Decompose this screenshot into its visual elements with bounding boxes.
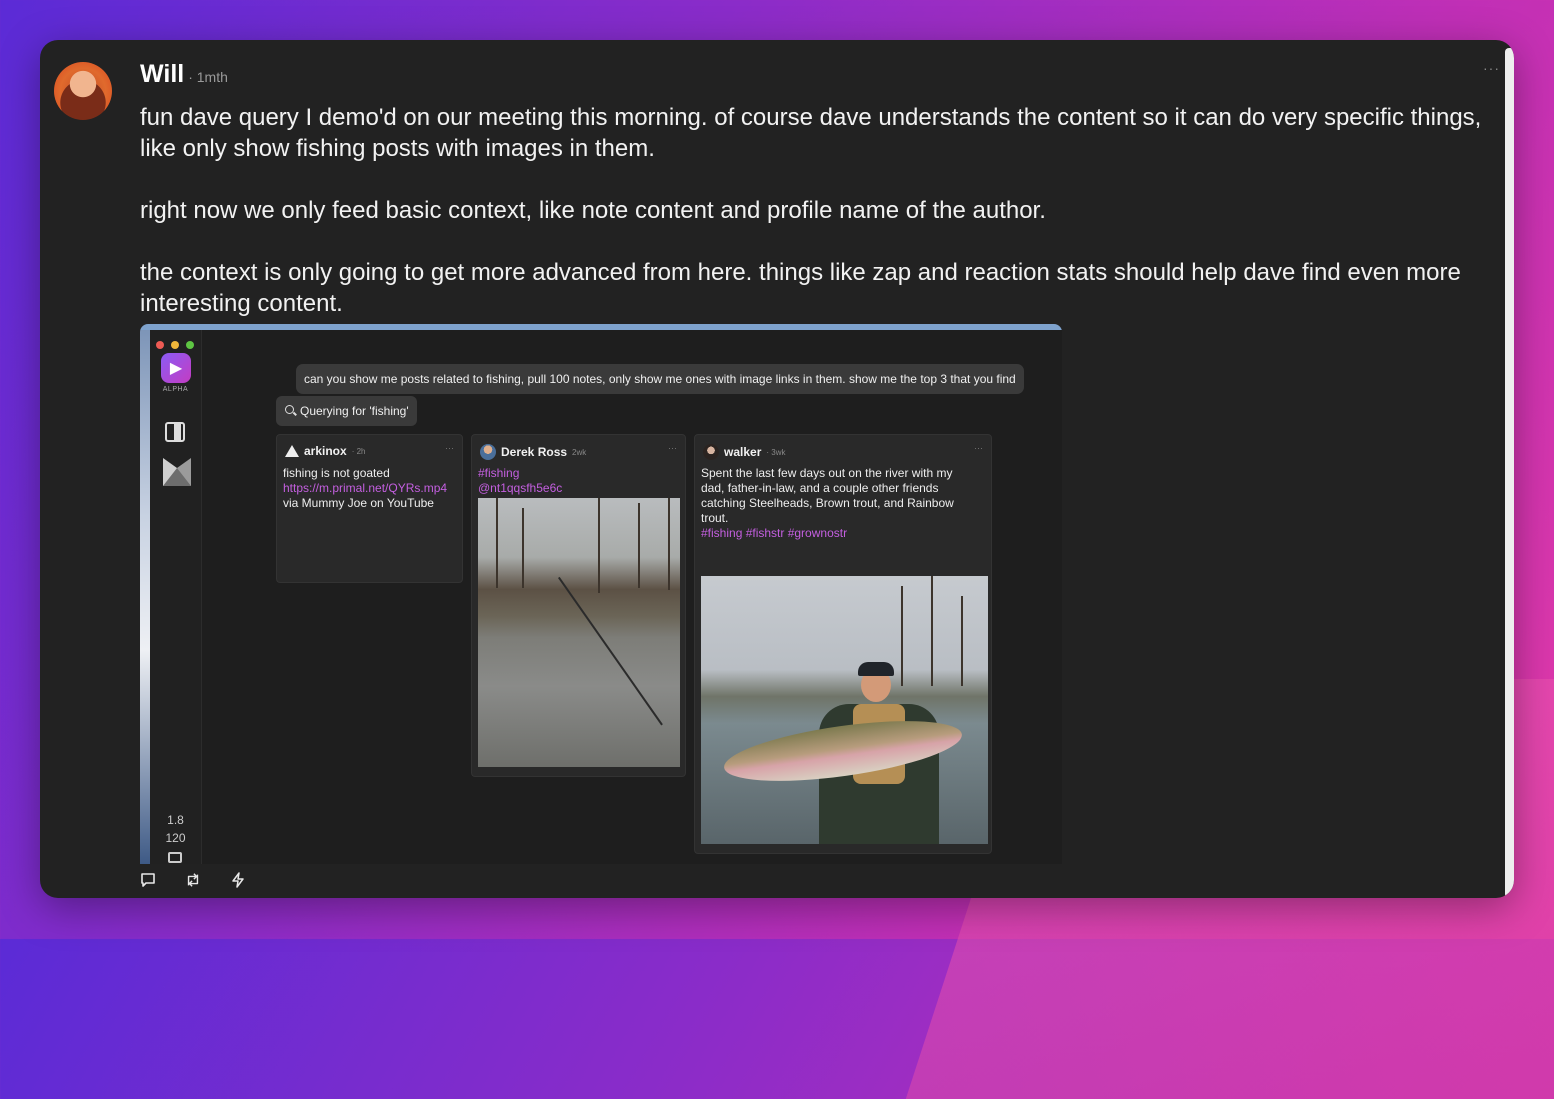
search-icon	[285, 405, 294, 414]
reply-icon[interactable]	[140, 872, 156, 888]
post-body: Spent the last few days out on the river…	[701, 466, 979, 541]
zap-icon[interactable]	[230, 872, 246, 888]
post-image-fish	[701, 576, 988, 844]
more-horizontal-icon[interactable]: ···	[1483, 60, 1500, 76]
fishing-rod	[558, 576, 663, 726]
post-hashtag: #fishing	[478, 466, 520, 480]
post-author-name: Derek Ross	[501, 445, 568, 459]
result-post-derek-ross: Derek Ross 2wk ··· #fishing @nt1qqsfh5e6…	[471, 434, 686, 777]
scrollbar[interactable]	[1505, 48, 1514, 898]
author-avatar[interactable]	[54, 62, 112, 120]
post-link: https://m.primal.net/QYRs.mp4	[283, 481, 448, 495]
tree	[522, 508, 524, 588]
result-post-arkinox: arkinox · 2h ··· fishing is not goated h…	[276, 434, 463, 583]
note-actions	[140, 872, 246, 888]
post-text-line: fishing is not goated	[283, 466, 390, 480]
post-timestamp: · 3wk	[766, 447, 786, 457]
sidebar-stat-2: 120	[165, 831, 186, 845]
post-image-lake	[478, 498, 680, 767]
tool-call-chip: Querying for 'fishing'	[276, 396, 417, 426]
repost-icon[interactable]	[185, 872, 201, 888]
more-horizontal-icon: ···	[668, 443, 677, 453]
person-cap	[858, 662, 894, 676]
app-label: ALPHA	[162, 386, 189, 393]
post-text: Spent the last few days out on the river…	[701, 466, 954, 525]
post-avatar	[285, 445, 299, 457]
screenshot-topbar	[140, 324, 1062, 330]
post-mention: @nt1qqsfh5e6c	[478, 481, 563, 495]
tree	[496, 498, 498, 588]
post-avatar	[480, 444, 496, 460]
tree	[638, 503, 640, 588]
app-sidebar: ▶ ALPHA 1.8 120	[150, 330, 202, 864]
post-timestamp: · 2h	[351, 446, 366, 456]
minimize-dot	[171, 341, 179, 349]
embedded-screenshot[interactable]: ▶ ALPHA 1.8 120 can you show me posts re…	[140, 324, 1062, 864]
post-avatar	[703, 444, 719, 460]
maximize-dot	[186, 341, 194, 349]
note-card: Will · 1mth ··· fun dave query I demo'd …	[40, 40, 1514, 898]
post-timestamp: 2wk	[572, 447, 587, 457]
more-horizontal-icon: ···	[445, 443, 454, 453]
cube-icon	[163, 458, 191, 486]
query-bubble: can you show me posts related to fishing…	[296, 364, 1024, 394]
screenshot-left-strip	[140, 330, 150, 864]
tool-call-label: Querying for 'fishing'	[300, 404, 409, 418]
sidebar-stat-1: 1.8	[167, 813, 184, 827]
author-header: Will · 1mth	[140, 60, 228, 89]
note-content: fun dave query I demo'd on our meeting t…	[140, 104, 1482, 317]
more-horizontal-icon: ···	[974, 443, 983, 453]
columns-icon	[165, 422, 185, 442]
tree	[901, 586, 903, 686]
close-dot	[156, 341, 164, 349]
post-body: #fishing @nt1qqsfh5e6c	[478, 466, 562, 496]
post-text-line: via Mummy Joe on YouTube	[283, 496, 434, 510]
post-author-name: walker	[724, 445, 762, 459]
post-author-name: arkinox	[304, 444, 347, 458]
app-logo-icon: ▶	[161, 353, 191, 383]
tree	[961, 596, 963, 686]
note-timestamp: · 1mth	[188, 69, 228, 85]
post-hashtags: #fishing #fishstr #grownostr	[701, 526, 848, 540]
author-name[interactable]: Will	[140, 60, 184, 89]
tree	[598, 498, 600, 593]
wallet-icon	[168, 852, 182, 863]
result-post-walker: walker · 3wk ··· Spent the last few days…	[694, 434, 992, 854]
tree	[931, 576, 933, 686]
tree	[668, 498, 670, 590]
post-body: fishing is not goated https://m.primal.n…	[283, 466, 447, 511]
